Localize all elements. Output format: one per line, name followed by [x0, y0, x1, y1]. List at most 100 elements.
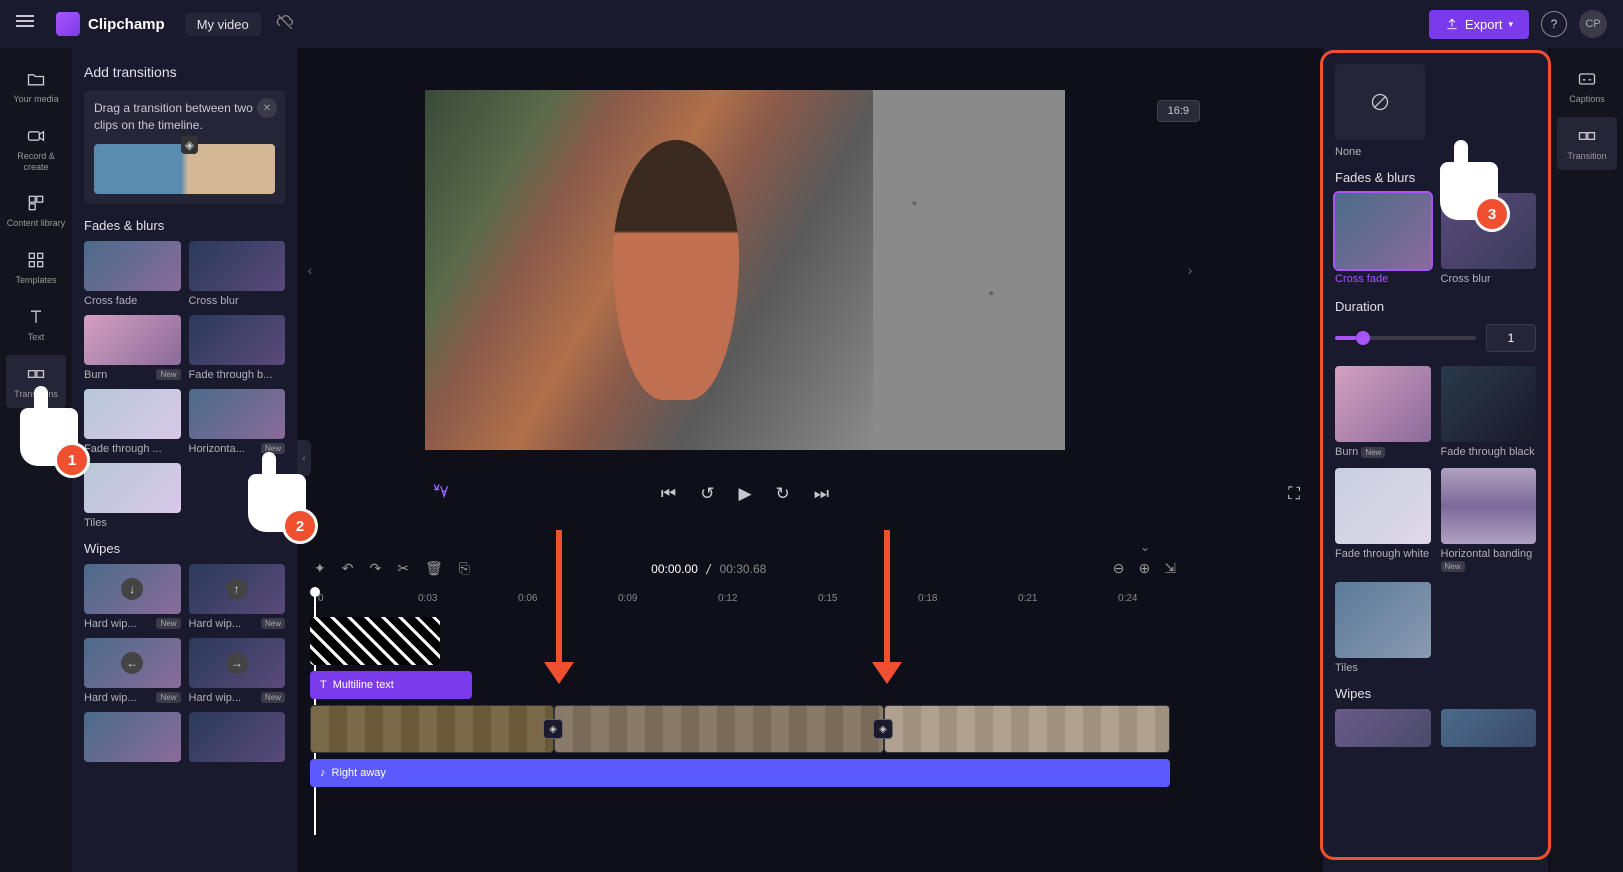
- effect-track[interactable]: [310, 617, 440, 665]
- undo-button[interactable]: ↶: [342, 560, 354, 577]
- right-sidebar: Captions Transition: [1551, 48, 1623, 872]
- transition-horizontal-banding[interactable]: Horizonta...New: [189, 389, 286, 455]
- arrow-down-icon: ↓: [121, 578, 143, 600]
- next-clip-button[interactable]: ›: [1180, 255, 1200, 285]
- duration-control: Duration: [1335, 299, 1536, 352]
- transition-hard-wipe-6[interactable]: [189, 712, 286, 762]
- menu-button[interactable]: [16, 12, 40, 36]
- rp-transition-cross-blur[interactable]: Cross blur: [1441, 193, 1537, 285]
- transition-fade-through-black[interactable]: Fade through b...: [189, 315, 286, 381]
- prev-clip-button[interactable]: ‹: [300, 255, 320, 285]
- text-type-icon: T: [320, 679, 327, 691]
- project-title[interactable]: My video: [185, 13, 261, 36]
- transition-hard-wipe-1[interactable]: ↓Hard wip...New: [84, 564, 181, 630]
- auto-compose-button[interactable]: ✦: [314, 560, 326, 577]
- fullscreen-button[interactable]: ⛶: [1288, 484, 1300, 504]
- transition-fade-through-white[interactable]: Fade through ...: [84, 389, 181, 455]
- zoom-fit-button[interactable]: ⇲: [1164, 560, 1176, 577]
- tip-preview: ◈: [94, 144, 275, 194]
- transition-none[interactable]: [1335, 64, 1425, 140]
- drag-icon: ◈: [181, 136, 198, 154]
- timeline-ruler[interactable]: 0 0:03 0:06 0:09 0:12 0:15 0:18 0:21 0:2…: [310, 587, 1180, 611]
- app-header: Clipchamp My video Export ▾ ? CP: [0, 0, 1623, 48]
- delete-button[interactable]: 🗑: [425, 560, 443, 577]
- clipchamp-logo: [56, 12, 80, 36]
- folder-icon: [25, 68, 47, 90]
- transition-hard-wipe-4[interactable]: →Hard wip...New: [189, 638, 286, 704]
- arrow-left-icon: ←: [121, 652, 143, 674]
- auto-caption-button[interactable]: [430, 482, 450, 507]
- copy-button[interactable]: ⎘: [459, 560, 470, 577]
- text-track-clip[interactable]: T Multiline text: [310, 671, 472, 699]
- transition-point-1[interactable]: ◈: [543, 719, 563, 739]
- forward-5-button[interactable]: ↻: [776, 484, 790, 504]
- rp-transition-tiles[interactable]: Tiles: [1335, 582, 1431, 674]
- aspect-ratio-button[interactable]: 16:9: [1157, 100, 1200, 122]
- rewind-5-button[interactable]: ↺: [700, 484, 714, 504]
- user-avatar[interactable]: CP: [1579, 10, 1607, 38]
- rp-transition-wipe-2[interactable]: [1441, 709, 1537, 747]
- redo-button[interactable]: ↷: [369, 560, 381, 577]
- tip-close-button[interactable]: ✕: [257, 98, 277, 118]
- preview-area: 16:9 ‹ › ⏮ ↺ ▶ ↻ ⏭ ⛶: [310, 60, 1180, 504]
- rp-transition-burn[interactable]: Burn New: [1335, 366, 1431, 458]
- rp-transition-cross-fade[interactable]: Cross fade: [1335, 193, 1431, 285]
- brand-name: Clipchamp: [88, 16, 165, 33]
- arrow-up-icon: ↑: [226, 578, 248, 600]
- duration-slider[interactable]: [1335, 336, 1476, 340]
- transition-cross-fade[interactable]: Cross fade: [84, 241, 181, 307]
- duration-input[interactable]: [1486, 324, 1536, 352]
- zoom-out-button[interactable]: ⊖: [1113, 560, 1125, 577]
- captions-icon: [1576, 68, 1598, 90]
- video-clip-2[interactable]: ◈: [554, 705, 884, 753]
- help-button[interactable]: ?: [1541, 11, 1567, 37]
- duration-label: Duration: [1335, 299, 1536, 314]
- transition-properties-panel: None Fades & blurs Cross fade Cross blur…: [1323, 48, 1548, 872]
- rp-transition-wipe-1[interactable]: [1335, 709, 1431, 747]
- music-note-icon: ♪: [320, 767, 326, 779]
- left-sidebar: Your media Record & create Content libra…: [0, 48, 72, 872]
- export-button[interactable]: Export ▾: [1429, 10, 1529, 39]
- transitions-panel: Add transitions Drag a transition betwee…: [72, 48, 297, 872]
- video-track: ◈ ◈: [310, 705, 1170, 753]
- rp-section-fades: Fades & blurs: [1335, 170, 1536, 185]
- nav-captions[interactable]: Captions: [1557, 60, 1617, 113]
- rp-section-wipes: Wipes: [1335, 686, 1536, 701]
- transitions-icon: [25, 363, 47, 385]
- video-clip-1[interactable]: ◈: [310, 705, 554, 753]
- nav-your-media[interactable]: Your media: [6, 60, 66, 113]
- transition-hard-wipe-2[interactable]: ↑Hard wip...New: [189, 564, 286, 630]
- transition-hard-wipe-3[interactable]: ←Hard wip...New: [84, 638, 181, 704]
- skip-forward-button[interactable]: ⏭: [814, 484, 829, 504]
- nav-transition[interactable]: Transition: [1557, 117, 1617, 170]
- nav-record-create[interactable]: Record & create: [6, 117, 66, 181]
- video-clip-3[interactable]: [884, 705, 1170, 753]
- transition-tiles[interactable]: Tiles: [84, 463, 181, 529]
- nav-templates[interactable]: Templates: [6, 241, 66, 294]
- skip-back-button[interactable]: ⏮: [661, 484, 676, 504]
- transition-burn[interactable]: BurnNew: [84, 315, 181, 381]
- timeline: ⌄ ✦ ↶ ↷ ✂ 🗑 ⎘ 00:00.00 / 00:30.68 ⊖ ⊕ ⇲ …: [310, 540, 1180, 793]
- text-icon: [25, 306, 47, 328]
- nav-content-library[interactable]: Content library: [6, 184, 66, 237]
- rp-transition-fade-through-black[interactable]: Fade through black: [1441, 366, 1537, 458]
- audio-track-clip[interactable]: ♪ Right away: [310, 759, 1170, 787]
- transition-cross-blur[interactable]: Cross blur: [189, 241, 286, 307]
- rp-transition-fade-through-white[interactable]: Fade through white: [1335, 468, 1431, 572]
- collapse-timeline-button[interactable]: ⌄: [310, 540, 1180, 554]
- tip-text: Drag a transition between two clips on t…: [94, 100, 275, 134]
- library-icon: [25, 192, 47, 214]
- transition-point-2[interactable]: ◈: [873, 719, 893, 739]
- transition-hard-wipe-5[interactable]: [84, 712, 181, 762]
- video-preview[interactable]: [425, 90, 1065, 450]
- zoom-in-button[interactable]: ⊕: [1139, 560, 1151, 577]
- rp-transition-horizontal-banding[interactable]: Horizontal banding New: [1441, 468, 1537, 572]
- cloud-sync-icon[interactable]: [275, 12, 295, 36]
- nav-transitions[interactable]: Transitions: [6, 355, 66, 408]
- nav-text[interactable]: Text: [6, 298, 66, 351]
- split-button[interactable]: ✂: [397, 560, 409, 577]
- wipes-grid: ↓Hard wip...New ↑Hard wip...New ←Hard wi…: [84, 564, 285, 762]
- play-button[interactable]: ▶: [738, 484, 751, 504]
- slider-handle[interactable]: [1356, 331, 1370, 345]
- collapse-left-panel-button[interactable]: ‹: [297, 440, 311, 476]
